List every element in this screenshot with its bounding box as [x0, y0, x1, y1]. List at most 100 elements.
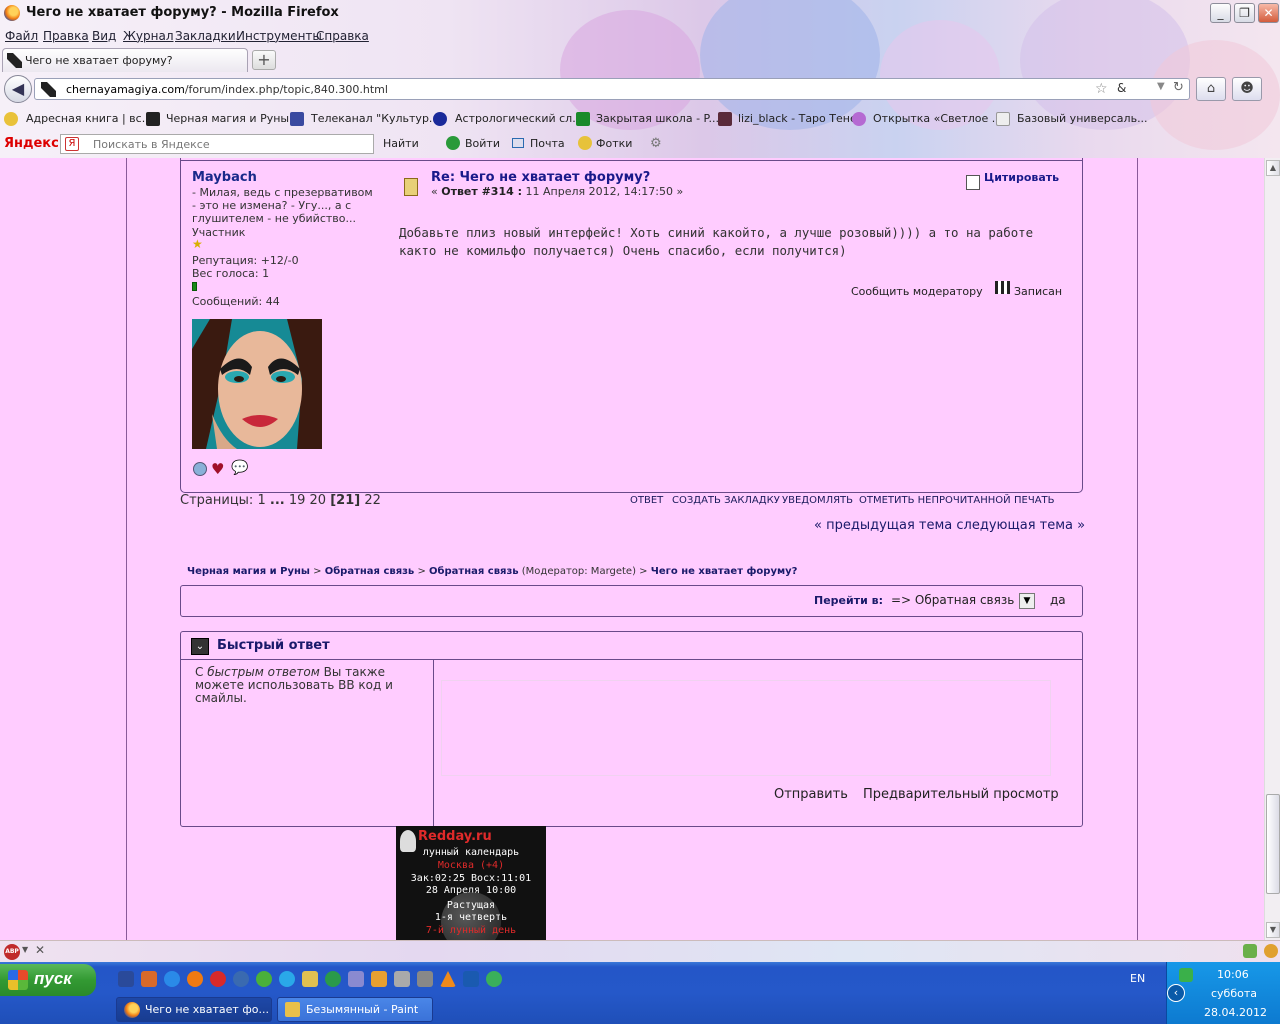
page-link[interactable]: 22: [364, 493, 381, 508]
addon-face-icon[interactable]: ☻: [1232, 77, 1262, 101]
mark-unread-button[interactable]: ОТМЕТИТЬ НЕПРОЧИТАННОЙ: [859, 495, 1011, 506]
utorrent-launch-icon[interactable]: [325, 971, 341, 987]
yandex-logo[interactable]: Яндекс: [4, 136, 59, 151]
quicklaunch-icon[interactable]: [463, 971, 479, 987]
address-bar[interactable]: chernayamagiya.com/forum/index.php/topic…: [34, 78, 1190, 100]
quicklaunch-icon[interactable]: [348, 971, 364, 987]
vertical-scrollbar[interactable]: ▲ ▼: [1264, 158, 1280, 940]
menu-tools[interactable]: Инструменты: [236, 29, 322, 43]
home-button[interactable]: ⌂: [1196, 77, 1226, 101]
opera-launch-icon[interactable]: [210, 971, 226, 987]
breadcrumb-separator: >: [639, 566, 648, 577]
yandex-login-button[interactable]: Войти: [465, 137, 500, 150]
language-indicator[interactable]: EN: [1130, 972, 1145, 985]
quicklaunch-icon[interactable]: [141, 971, 157, 987]
scroll-thumb[interactable]: [1266, 794, 1280, 894]
jump-go-button[interactable]: да: [1050, 593, 1066, 607]
bookmark-item[interactable]: Открытка «Светлое ...: [873, 112, 1002, 125]
yandex-mail-button[interactable]: Почта: [530, 137, 565, 150]
quicklaunch-icon[interactable]: [164, 971, 180, 987]
yandex-search-input[interactable]: Я Поискать в Яндексе: [60, 134, 374, 154]
page-link[interactable]: 20: [310, 493, 327, 508]
bookmark-item[interactable]: Адресная книга | вс...: [26, 112, 152, 125]
heart-icon[interactable]: ♥: [211, 460, 224, 478]
breadcrumb-item[interactable]: Чего не хватает форуму?: [651, 566, 798, 577]
breadcrumb-item[interactable]: Черная магия и Руны: [187, 566, 310, 577]
menu-edit[interactable]: Правка: [43, 29, 89, 43]
addon-status-icon[interactable]: [1264, 944, 1278, 958]
preview-button[interactable]: Предварительный просмотр: [863, 787, 1059, 802]
send-button[interactable]: Отправить: [774, 787, 848, 802]
clock-weekday: суббота: [1211, 987, 1258, 1000]
bookmark-item[interactable]: Закрытая школа - P...: [596, 112, 719, 125]
page-link[interactable]: 1: [257, 493, 265, 508]
quicklaunch-icon[interactable]: [394, 971, 410, 987]
folder-launch-icon[interactable]: [302, 971, 318, 987]
adblock-dropdown-icon[interactable]: ▼: [22, 945, 28, 954]
quote-button[interactable]: Цитировать: [984, 171, 1059, 184]
quicklaunch-icon[interactable]: [118, 971, 134, 987]
gear-icon[interactable]: ⚙: [650, 136, 662, 151]
maximize-button[interactable]: ❐: [1234, 3, 1255, 23]
post-subject-link[interactable]: Re: Чего не хватает форуму?: [431, 170, 650, 185]
back-button[interactable]: ◀: [4, 75, 32, 103]
close-addon-bar-icon[interactable]: ✕: [35, 943, 45, 957]
message-bubble-icon[interactable]: 💬: [231, 460, 248, 476]
collapse-toggle-icon[interactable]: ⌄: [191, 638, 209, 655]
yandex-photos-button[interactable]: Фотки: [596, 137, 632, 150]
scroll-up-arrow-icon[interactable]: ▲: [1266, 160, 1280, 176]
notify-button[interactable]: УВЕДОМЛЯТЬ: [782, 495, 853, 506]
clock-time[interactable]: 10:06: [1217, 968, 1249, 981]
breadcrumb-item[interactable]: Обратная связь: [325, 566, 415, 577]
prev-next-topic-links[interactable]: « предыдущая тема следующая тема »: [814, 518, 1085, 533]
bookmark-item[interactable]: Черная магия и Руны: [166, 112, 289, 125]
quicklaunch-icon[interactable]: [371, 971, 387, 987]
bookmark-topic-button[interactable]: СОЗДАТЬ ЗАКЛАДКУ: [672, 495, 780, 506]
bookmark-item[interactable]: Базовый универсаль...: [1017, 112, 1148, 125]
menu-view[interactable]: Вид: [92, 29, 116, 43]
menu-bookmarks[interactable]: Закладки: [175, 29, 236, 43]
quicklaunch-icon[interactable]: [486, 971, 502, 987]
quicklaunch-icon[interactable]: [233, 971, 249, 987]
menu-history[interactable]: Журнал: [123, 29, 174, 43]
new-tab-button[interactable]: +: [252, 50, 276, 70]
adblock-icon[interactable]: ABP: [4, 944, 20, 960]
firefox-launch-icon[interactable]: [187, 971, 203, 987]
network-icon[interactable]: [1179, 968, 1193, 982]
jump-dropdown-arrow-icon[interactable]: ▼: [1019, 593, 1035, 609]
post-author-link[interactable]: Maybach: [192, 170, 257, 185]
tab-active[interactable]: Чего не хватает форуму?: [2, 48, 248, 72]
dropdown-arrow-icon[interactable]: ▼: [1157, 81, 1165, 92]
minimize-button[interactable]: _: [1210, 3, 1231, 23]
menu-file[interactable]: Файл: [5, 29, 38, 43]
bookmark-item[interactable]: lizi_black - Таро Теней: [738, 112, 864, 125]
bookmark-star-icon[interactable]: ☆: [1095, 81, 1108, 97]
close-window-button[interactable]: ✕: [1258, 3, 1279, 23]
taskbar-window-firefox[interactable]: Чего не хватает фо...: [116, 997, 272, 1022]
profile-icon[interactable]: [193, 462, 207, 476]
reply-button[interactable]: ОТВЕТ: [630, 495, 663, 506]
bookmark-item[interactable]: Телеканал "Культур...: [311, 112, 439, 125]
translate-icon[interactable]: &: [1117, 81, 1126, 95]
print-button[interactable]: ПЕЧАТЬ: [1014, 495, 1055, 506]
report-to-moderator-link[interactable]: Сообщить модератору: [851, 285, 983, 298]
taskbar-window-paint[interactable]: Безымянный - Paint: [277, 997, 433, 1022]
start-button[interactable]: пуск: [0, 964, 96, 996]
addon-status-icon[interactable]: [1243, 944, 1257, 958]
menu-help[interactable]: Справка: [316, 29, 369, 43]
quick-reply-textarea[interactable]: [441, 680, 1051, 776]
tab-title: Чего не хватает форуму?: [25, 54, 173, 67]
page-link[interactable]: 19: [289, 493, 306, 508]
tray-expand-icon[interactable]: ‹: [1167, 984, 1185, 1002]
vlc-launch-icon[interactable]: [440, 971, 456, 987]
reload-icon[interactable]: ↻: [1173, 80, 1184, 95]
skype-launch-icon[interactable]: [279, 971, 295, 987]
scroll-down-arrow-icon[interactable]: ▼: [1266, 922, 1280, 938]
icq-launch-icon[interactable]: [256, 971, 272, 987]
breadcrumb-item[interactable]: Обратная связь: [429, 566, 519, 577]
quicklaunch-icon[interactable]: [417, 971, 433, 987]
yandex-find-button[interactable]: Найти: [383, 137, 419, 150]
jump-select[interactable]: => Обратная связь: [891, 593, 1014, 607]
bookmark-item[interactable]: Астрологический сл...: [455, 112, 583, 125]
moon-calendar-widget[interactable]: Redday.ru лунный календарь Москва (+4) З…: [396, 826, 546, 940]
